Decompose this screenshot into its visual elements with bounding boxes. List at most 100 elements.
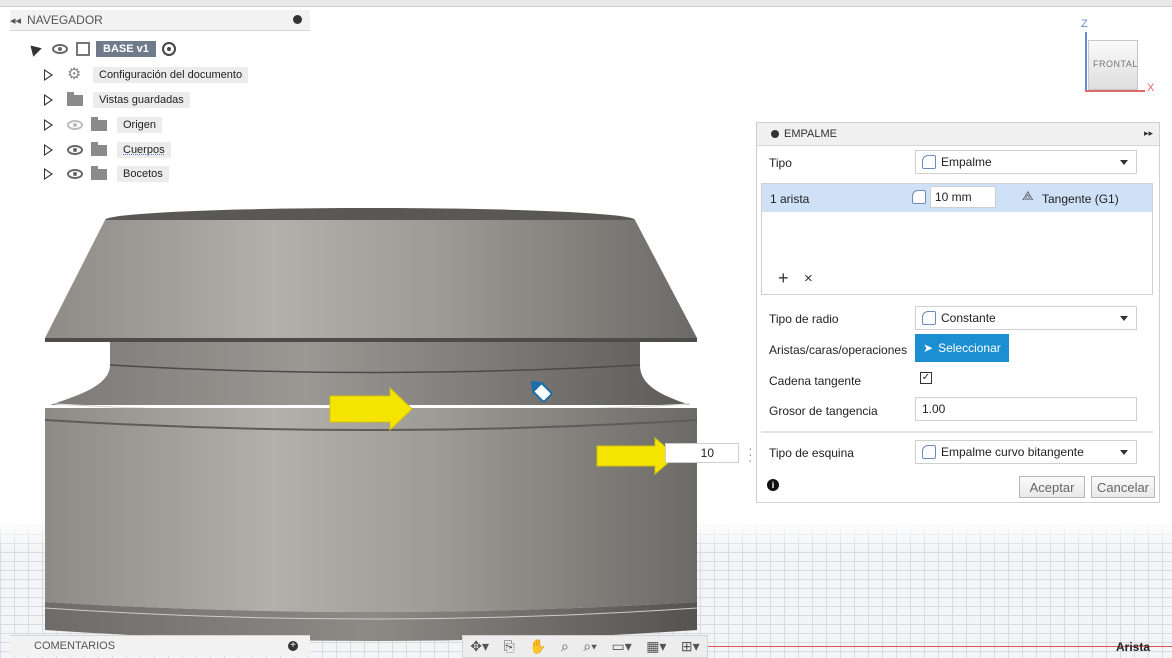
aristas-label: Aristas/caras/operaciones <box>769 343 908 357</box>
fit-icon[interactable]: ⌕▾ <box>583 638 597 655</box>
tipo-select[interactable]: Empalme <box>915 150 1137 174</box>
visibility-eye-icon[interactable] <box>67 169 83 179</box>
cadena-label: Cadena tangente <box>769 374 862 388</box>
tree-item-sketches[interactable]: Bocetos <box>44 164 169 184</box>
expand-right-icon[interactable] <box>44 168 53 180</box>
top-toolbar-strip <box>0 0 1172 7</box>
cancel-button[interactable]: Cancelar <box>1091 476 1155 498</box>
add-icon[interactable]: + <box>778 268 789 289</box>
z-axis-line <box>1085 32 1087 92</box>
dialog-title: EMPALME <box>784 128 837 140</box>
accept-button[interactable]: Aceptar <box>1019 476 1085 498</box>
tree-label: Cuerpos <box>117 142 171 158</box>
viewports-icon[interactable]: ⊞▾ <box>681 638 700 655</box>
expand-right-icon[interactable] <box>44 94 53 106</box>
tree-label-base: BASE v1 <box>96 41 156 57</box>
tree-item-saved-views[interactable]: Vistas guardadas <box>44 90 190 110</box>
continuity-value[interactable]: Tangente (G1) <box>1042 192 1119 206</box>
z-axis-label: Z <box>1081 18 1088 30</box>
expand-right-icon[interactable] <box>44 119 53 131</box>
hidden-eye-icon[interactable] <box>67 120 83 130</box>
divider <box>761 431 1153 433</box>
tipo-value: Empalme <box>941 155 992 169</box>
chevron-down-icon <box>1120 450 1128 455</box>
x-axis-label: X <box>1147 82 1155 94</box>
activate-radio-icon[interactable] <box>161 42 176 56</box>
tree-label: Vistas guardadas <box>93 92 190 108</box>
orbit-icon[interactable]: ✥▾ <box>470 638 489 655</box>
tipo-radio-value: Constante <box>941 311 996 325</box>
info-icon[interactable]: i <box>767 479 779 491</box>
esquina-select[interactable]: Empalme curvo bitangente <box>915 440 1137 464</box>
canvas-viewport[interactable]: 10 · · · ◂◂ NAVEGADOR BASE v1 ⚙ Configurac… <box>0 0 1172 658</box>
constant-radius-icon <box>922 311 936 325</box>
model-body[interactable] <box>0 190 740 658</box>
x-axis-line <box>690 646 1172 647</box>
grosor-label: Grosor de tangencia <box>769 404 878 418</box>
chevron-down-icon <box>1120 316 1128 321</box>
tree-item-config[interactable]: ⚙ Configuración del documento <box>44 65 249 85</box>
continuity-icon: ⟁ <box>1022 188 1034 203</box>
x-axis-line-cube <box>1085 90 1145 92</box>
expand-right-icon[interactable] <box>44 69 53 81</box>
grosor-input[interactable]: 1.00 <box>915 397 1137 421</box>
fillet-dialog: EMPALME ▸▸ Tipo Empalme 1 arista 10 mm ⟁… <box>756 122 1160 503</box>
comments-bar[interactable]: COMENTARIOS + <box>10 635 310 656</box>
comments-title: COMENTARIOS <box>34 640 116 652</box>
component-icon <box>76 42 90 56</box>
viewcube[interactable]: FRONTAL <box>1088 40 1138 90</box>
grosor-value: 1.00 <box>922 402 946 416</box>
visibility-eye-icon[interactable] <box>67 145 83 155</box>
tipo-radio-select[interactable]: Constante <box>915 306 1137 330</box>
tree-label: Bocetos <box>117 166 169 182</box>
viewcube-face-label: FRONTAL <box>1093 59 1138 69</box>
radius-value: 10 mm <box>935 190 972 204</box>
tipo-label: Tipo <box>769 156 792 170</box>
expand-icon[interactable]: ▸▸ <box>1144 128 1153 139</box>
chevron-down-icon <box>1120 160 1128 165</box>
radius-dimension-input[interactable]: 10 <box>665 443 739 463</box>
expand-down-icon[interactable] <box>26 41 42 57</box>
collapse-icon[interactable]: ◂◂ <box>10 14 21 27</box>
tree-item-origin[interactable]: Origen <box>44 115 163 135</box>
edge-count-label: 1 arista <box>770 192 810 206</box>
folder-icon <box>91 116 107 131</box>
tipo-radio-label: Tipo de radio <box>769 312 839 326</box>
cadena-checkbox[interactable]: ✓ <box>920 372 932 384</box>
navigator-title: NAVEGADOR <box>27 13 103 27</box>
navigator-header[interactable]: ◂◂ NAVEGADOR <box>10 10 310 31</box>
pan-icon[interactable]: ✋ <box>529 638 546 655</box>
tree-item-bodies[interactable]: Cuerpos <box>44 140 171 160</box>
fillet-icon <box>922 155 936 169</box>
esquina-label: Tipo de esquina <box>769 446 854 460</box>
add-comment-icon[interactable]: + <box>288 641 298 651</box>
folder-icon <box>67 91 83 106</box>
pin-icon[interactable] <box>293 15 302 24</box>
gear-icon: ⚙ <box>67 66 82 83</box>
tree-root-base[interactable]: BASE v1 <box>26 39 176 59</box>
dialog-header[interactable]: EMPALME ▸▸ <box>757 123 1159 146</box>
tree-label: Configuración del documento <box>93 67 249 83</box>
select-button-label: Seleccionar <box>938 341 1001 355</box>
grid-icon[interactable]: ▦▾ <box>646 638 666 655</box>
radius-icon <box>912 190 926 204</box>
corner-icon <box>922 445 936 459</box>
visibility-eye-icon[interactable] <box>52 44 68 54</box>
display-icon[interactable]: ▭▾ <box>611 638 631 655</box>
zoom-icon[interactable]: ⌕ <box>561 638 569 655</box>
radius-field[interactable]: 10 mm <box>930 186 996 208</box>
edge-selection-list[interactable]: 1 arista 10 mm ⟁ Tangente (G1) + × <box>761 183 1153 295</box>
navigation-toolbar: ✥▾ ⎘ ✋ ⌕ ⌕▾ ▭▾ ▦▾ ⊞▾ <box>462 635 708 658</box>
select-button[interactable]: ➤ Seleccionar <box>915 334 1009 362</box>
look-at-icon[interactable]: ⎘ <box>503 638 514 655</box>
remove-icon[interactable]: × <box>804 270 813 287</box>
cursor-icon: ➤ <box>923 341 934 355</box>
folder-icon <box>91 141 107 156</box>
tree-label: Origen <box>117 117 163 133</box>
kebab-icon[interactable]: · · · <box>748 441 753 467</box>
esquina-value: Empalme curvo bitangente <box>941 445 1084 459</box>
dialog-pin-icon[interactable] <box>771 130 779 138</box>
folder-icon <box>91 165 107 180</box>
selection-status: Arista <box>1116 640 1151 654</box>
expand-right-icon[interactable] <box>44 144 53 156</box>
